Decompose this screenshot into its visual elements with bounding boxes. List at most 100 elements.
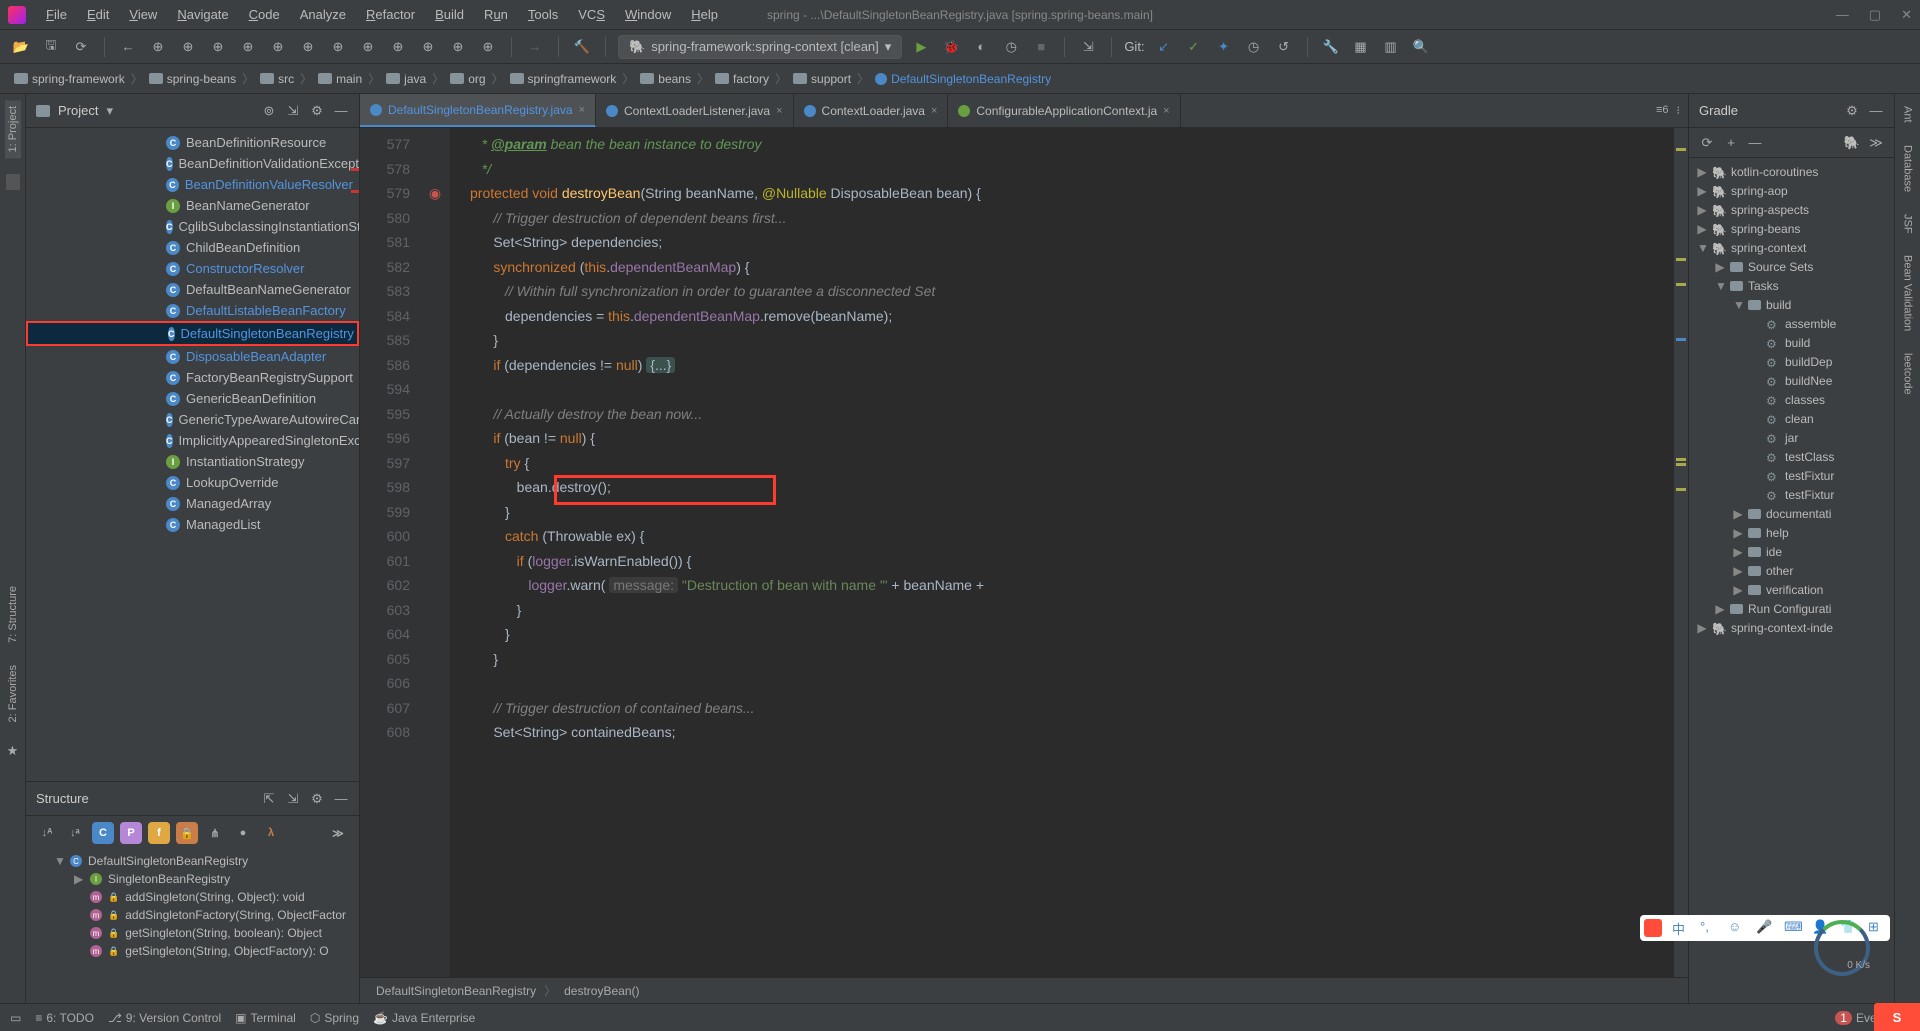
crumb-org[interactable]: org xyxy=(446,70,489,88)
gear-icon[interactable]: ⚙ xyxy=(1844,103,1860,119)
gradle-item[interactable]: ▶🐘spring-aspects xyxy=(1689,200,1894,219)
gradle-item[interactable]: ▶Source Sets xyxy=(1689,257,1894,276)
project-item-GenericBeanDefinition[interactable]: CGenericBeanDefinition xyxy=(26,388,359,409)
tab-list-icon[interactable]: ⁝ xyxy=(1677,104,1681,117)
stop-icon[interactable]: ■ xyxy=(1030,36,1052,58)
project-item-BeanDefinitionValidationExceptio[interactable]: CBeanDefinitionValidationExceptio xyxy=(26,153,359,174)
chevron-down-icon[interactable]: ▾ xyxy=(106,103,113,119)
build-hammer-icon[interactable]: 🔨 xyxy=(571,36,593,58)
gradle-item[interactable]: ⚙assemble xyxy=(1689,314,1894,333)
project-item-DefaultBeanNameGenerator[interactable]: CDefaultBeanNameGenerator xyxy=(26,279,359,300)
zoom3-icon[interactable]: ⊕ xyxy=(207,36,229,58)
crumb-beans[interactable]: beans xyxy=(636,70,695,88)
gradle-item[interactable]: ⚙testFixtur xyxy=(1689,466,1894,485)
gradle-item[interactable]: ▼🐘spring-context xyxy=(1689,238,1894,257)
project-item-BeanNameGenerator[interactable]: IBeanNameGenerator xyxy=(26,195,359,216)
right-tab-database[interactable]: Database xyxy=(1900,139,1916,198)
locate-icon[interactable]: ⊚ xyxy=(261,103,277,119)
status-spring[interactable]: ⬡ Spring xyxy=(310,1011,359,1025)
crumb-factory[interactable]: factory xyxy=(711,70,773,88)
ime-keyboard-icon[interactable]: ⌨ xyxy=(1784,919,1802,937)
project-item-ConstructorResolver[interactable]: CConstructorResolver xyxy=(26,258,359,279)
crumb-support[interactable]: support xyxy=(789,70,855,88)
sogou-tray-icon[interactable]: S xyxy=(1874,1003,1920,1031)
refresh-icon[interactable]: ⟳ xyxy=(1699,135,1715,151)
elephant-icon[interactable]: 🐘 xyxy=(1844,135,1860,151)
crumb-src[interactable]: src xyxy=(256,70,298,88)
crumb-spring-beans[interactable]: spring-beans xyxy=(145,70,240,88)
editor-tab[interactable]: ContextLoaderListener.java× xyxy=(596,94,794,127)
project-item-FactoryBeanRegistrySupport[interactable]: CFactoryBeanRegistrySupport xyxy=(26,367,359,388)
right-tab-jsf[interactable]: JSF xyxy=(1900,208,1916,240)
filter-fields-icon[interactable]: f xyxy=(148,822,170,844)
crumb-spring-framework[interactable]: spring-framework xyxy=(10,70,129,88)
sort-visibility-icon[interactable]: ↓ᵃ xyxy=(64,822,86,844)
filter-nonpublic-icon[interactable]: 🔒 xyxy=(176,822,198,844)
project-item-InstantiationStrategy[interactable]: IInstantiationStrategy xyxy=(26,451,359,472)
expand-icon[interactable]: ⇱ xyxy=(261,791,277,807)
coverage-icon[interactable]: ◐ xyxy=(970,36,992,58)
close-button[interactable]: ✕ xyxy=(1901,7,1912,23)
sogou-icon[interactable] xyxy=(1644,919,1662,937)
gradle-item[interactable]: ⚙build xyxy=(1689,333,1894,352)
ime-grid-icon[interactable]: ⊞ xyxy=(1868,919,1886,937)
filter-properties-icon[interactable]: P xyxy=(120,822,142,844)
gradle-item[interactable]: ▼build xyxy=(1689,295,1894,314)
right-tab-ant[interactable]: Ant xyxy=(1900,100,1916,129)
profile-icon[interactable]: ◷ xyxy=(1000,36,1022,58)
structure-item[interactable]: ▶ISingletonBeanRegistry xyxy=(26,870,359,888)
ime-mic-icon[interactable]: 🎤 xyxy=(1756,919,1774,937)
more-icon[interactable]: ≫ xyxy=(1868,135,1884,151)
maximize-button[interactable]: ▢ xyxy=(1869,7,1881,23)
gradle-item[interactable]: ▶🐘spring-beans xyxy=(1689,219,1894,238)
close-tab-icon[interactable]: × xyxy=(579,104,585,116)
zoom12-icon[interactable]: ⊕ xyxy=(477,36,499,58)
project-item-ChildBeanDefinition[interactable]: CChildBeanDefinition xyxy=(26,237,359,258)
filter-class-icon[interactable]: C xyxy=(92,822,114,844)
zoom6-icon[interactable]: ⊕ xyxy=(297,36,319,58)
minimize-button[interactable]: — xyxy=(1836,7,1849,23)
collapse-icon[interactable]: ⇲ xyxy=(285,791,301,807)
gradle-item[interactable]: ▶verification xyxy=(1689,580,1894,599)
crumb-java[interactable]: java xyxy=(382,70,430,88)
hide-icon[interactable]: — xyxy=(333,103,349,119)
gradle-item[interactable]: ▶documentati xyxy=(1689,504,1894,523)
project-item-CglibSubclassingInstantiationStrat[interactable]: CCglibSubclassingInstantiationStrat xyxy=(26,216,359,237)
menu-refactor[interactable]: Refactor xyxy=(358,3,423,26)
zoom7-icon[interactable]: ⊕ xyxy=(327,36,349,58)
gradle-item[interactable]: ⚙buildDep xyxy=(1689,352,1894,371)
error-stripe[interactable] xyxy=(1674,128,1688,977)
structure-item[interactable]: m🔒getSingleton(String, boolean): Object xyxy=(26,924,359,942)
close-tab-icon[interactable]: × xyxy=(1163,105,1169,117)
menu-build[interactable]: Build xyxy=(427,3,472,26)
gradle-item[interactable]: ▶Run Configurati xyxy=(1689,599,1894,618)
ime-lang-icon[interactable]: 中 xyxy=(1672,919,1690,937)
gradle-item[interactable]: ⚙classes xyxy=(1689,390,1894,409)
crumb-defaultsingletonbeanregistry[interactable]: DefaultSingletonBeanRegistry xyxy=(871,70,1055,88)
sync-icon[interactable]: ⟳ xyxy=(70,36,92,58)
editor-tab[interactable]: ConfigurableApplicationContext.ja× xyxy=(948,94,1180,127)
project-item-BeanDefinitionValueResolver[interactable]: CBeanDefinitionValueResolver xyxy=(26,174,359,195)
zoom4-icon[interactable]: ⊕ xyxy=(237,36,259,58)
status-vcs[interactable]: ⎇ 9: Version Control xyxy=(108,1011,221,1025)
project-item-DefaultSingletonBeanRegistry[interactable]: CDefaultSingletonBeanRegistry xyxy=(26,321,359,346)
settings-icon[interactable]: 🔧 xyxy=(1320,36,1342,58)
menu-view[interactable]: View xyxy=(121,3,165,26)
attach-icon[interactable]: ⇲ xyxy=(1077,36,1099,58)
menu-file[interactable]: File xyxy=(38,3,75,26)
tab-overflow[interactable]: ≡6 xyxy=(1656,104,1669,117)
project-item-LookupOverride[interactable]: CLookupOverride xyxy=(26,472,359,493)
git-update-icon[interactable]: ↙ xyxy=(1153,36,1175,58)
breakpoint-icon[interactable]: ◉ xyxy=(420,181,450,206)
hide-icon[interactable]: — xyxy=(333,791,349,807)
debug-icon[interactable]: 🐞 xyxy=(940,36,962,58)
forward-icon[interactable]: → xyxy=(524,36,546,58)
editor-tab[interactable]: ContextLoader.java× xyxy=(794,94,949,127)
menu-run[interactable]: Run xyxy=(476,3,516,26)
tab-structure[interactable]: 7: Structure xyxy=(5,580,21,649)
search-everywhere-icon[interactable]: 🔍 xyxy=(1410,36,1432,58)
structure-item[interactable]: m🔒addSingleton(String, Object): void xyxy=(26,888,359,906)
project-item-DisposableBeanAdapter[interactable]: CDisposableBeanAdapter xyxy=(26,346,359,367)
editor-tab[interactable]: DefaultSingletonBeanRegistry.java× xyxy=(360,94,596,127)
filter-inherited-icon[interactable]: ⋔ xyxy=(204,822,226,844)
